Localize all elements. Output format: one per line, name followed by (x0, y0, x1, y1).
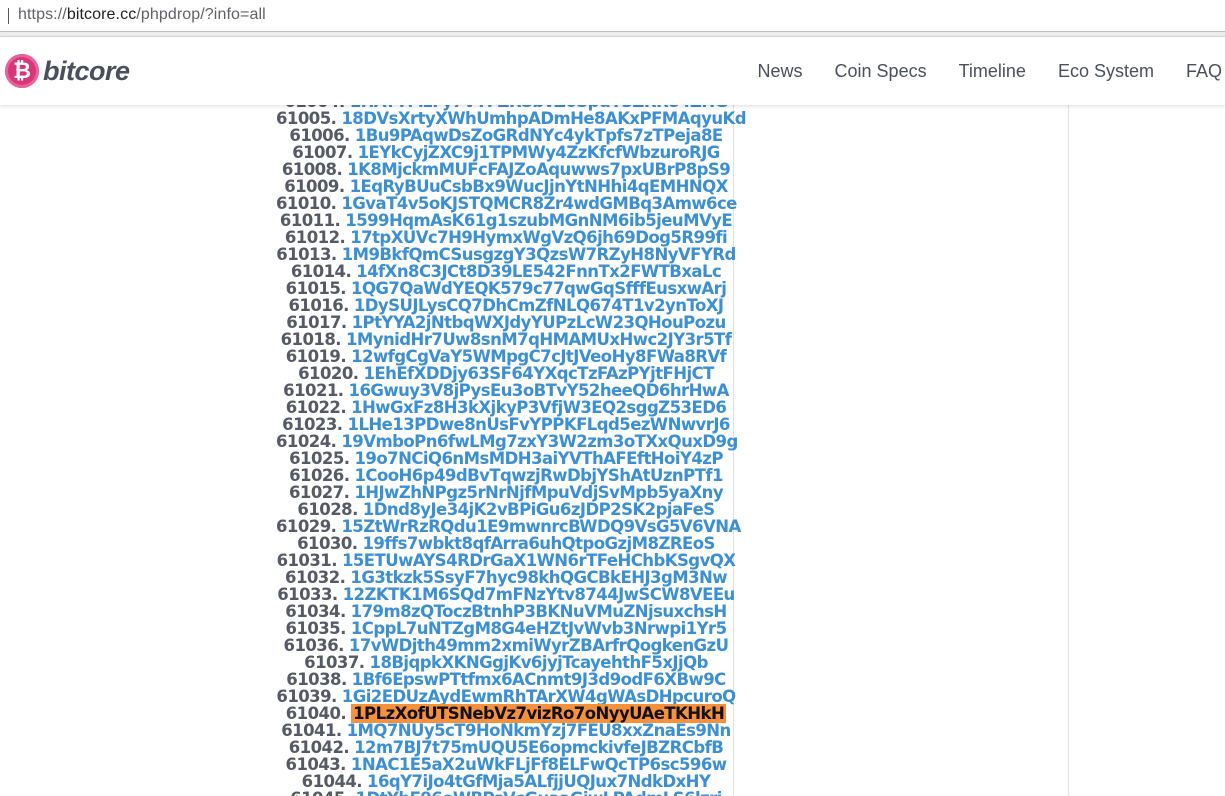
address-link[interactable]: 1DtYbF96eWBPsVcGuaaGjwLPAdmLS6lzri (356, 789, 723, 796)
nav-timeline[interactable]: Timeline (959, 61, 1026, 82)
list-item: 61045. 1DtYbF96eWBPsVcGuaaGjwLPAdmLS6lzri (276, 790, 736, 796)
url-path: /phpdrop/?info=all (136, 6, 266, 23)
list-item: 61039. 1Gi2EDUzAydEwmRhTArXW4gWAsDHpcuroQ (276, 688, 736, 705)
bitcoin-logo-icon: ₿ (5, 54, 39, 88)
list-item: 61022. 1HwGxFz8H3kXjkyP3VfjW3EQ2sggZ53ED6 (276, 399, 736, 416)
list-item: 61029. 15ZtWrRzRQdu1E9mwnrcBWDQ9VsG5V6VNA (276, 518, 741, 535)
nav-faq[interactable]: FAQ (1186, 61, 1222, 82)
site-header: ₿ bitcore News Coin Specs Timeline Eco S… (0, 37, 1225, 105)
list-item: 61009. 1EqRyBUuCsbBx9WucJjnYtNHhi4qEMHNQX (276, 178, 736, 195)
list-item: 61031. 15ETUwAYS4RDrGaX1WN6rTFeHChbKSgvQX (276, 552, 736, 569)
address-list: 61004.1HAYYMzFy7VYFZRSbvZ6SpdY3ZRR84ZHG6… (276, 105, 747, 796)
list-item: 61017. 1PtYYA2jNtbqWXJdyYUPzLcW23QHouPozu (276, 314, 736, 331)
main-nav: News Coin Specs Timeline Eco System FAQ (726, 61, 1222, 82)
list-item: 61007. 1EYkCyjZXC9j1TPMWy4ZzKfcfWbzuroRJG (276, 144, 736, 161)
list-item: 61030. 19ffs7wbkt8qfArra6uhQtpoGzjM8ZREoS (276, 535, 736, 552)
list-item: 61023. 1LHe13PDwe8nUsFvYPPKFLqd5ezWNwvrJ6 (276, 416, 736, 433)
logo-text: bitcore (43, 55, 130, 86)
list-item: 61006. 1Bu9PAqwDsZoGRdNYc4ykTpfs7zTPeja8E (276, 127, 736, 144)
main-content: 61004.1HAYYMzFy7VYFZRSbvZ6SpdY3ZRR84ZHG6… (0, 105, 1225, 796)
nav-coin-specs[interactable]: Coin Specs (835, 61, 927, 82)
list-item: 61042. 12m7BJ7t75mUQU5E6opmckivfeJBZRCbfB (276, 739, 736, 756)
list-item: 61020. 1EhEfXDDjy63SF64YXqcTzFAzPYjtFHjCT (276, 365, 736, 382)
nav-news[interactable]: News (758, 61, 803, 82)
list-item: 61028. 1Dnd8yJe34jK2vBPiGu6zJDP2SK2pjaFeS (276, 501, 736, 518)
list-item: 61025. 19o7NCiQ6nMsMDH3aiYVThAFEftHoiY4zP (276, 450, 736, 467)
url-host: bitcore.cc (66, 6, 137, 23)
list-item: 61014. 14fXn8C3JCt8D39LE542FnnTx2FWTBxaLc (276, 263, 736, 280)
nav-eco-system[interactable]: Eco System (1058, 61, 1154, 82)
list-item: 61036. 17vWDjth49mm2xmiWyrZBArfrQogkenGzU (276, 637, 736, 654)
list-item: 61013. 1M9BkfQmCSusgzgY3QzsW7RZyH8NyVFYRd (276, 246, 736, 263)
list-item: 61010. 1GvaT4v5oKJSTQMCR8Zr4wdGMBq3Amw6ce (276, 195, 737, 212)
list-item: 61043. 1NAC1E5aX2uWkFLjFf8ELFwQcTP6sc596w (276, 756, 736, 773)
list-item: 61011. 1599HqmAsK61g1szubMGnNM6ib5jeuMVyE (276, 212, 736, 229)
list-item: 61041. 1MQ7NUy5cT9HoNkmYzj7FEU8xxZnaEs9Nn (276, 722, 736, 739)
text-caret (8, 8, 9, 24)
row-number: 61045. (290, 789, 351, 796)
list-item: 61008. 1K8MjckmMUFcFAJZoAquwws7pxUBrP8pS9 (276, 161, 736, 178)
list-item: 61015. 1QG7QaWdYEQK579c77qwGqSfffEusxwArj (276, 280, 736, 297)
list-item: 61026. 1CooH6p49dBvTqwzjRwDbjYShAtUznPTf1 (276, 467, 736, 484)
list-item: 61016. 1DySUJLysCQ7DhCmZfNLQ674T1v2ynToXJ (276, 297, 736, 314)
list-item: 61035. 1CppL7uNTZgM8G4eHZtJvWvb3Nrwpi1Yr5 (276, 620, 736, 637)
list-item: 61033. 12ZKTK1M6SQd7mFNzYtv8744JwSCW8VEEu (276, 586, 736, 603)
list-item: 61012. 17tpXUVc7H9HymxWgVzQ6jh69Dog5R99fi (276, 229, 736, 246)
list-item: 61019. 12wfgCgVaY5WMpgC7cJtJVeoHy8FWa8RVf (276, 348, 736, 365)
sidebar-divider (1068, 105, 1069, 796)
list-item: 61018. 1MynidHr7Uw8snM7qHMAMUxHwc2JY3r5Tf (276, 331, 736, 348)
address-bar[interactable]: https://bitcore.cc/phpdrop/?info=all (0, 0, 1225, 32)
list-item: 61044. 16qY7iJo4tGfMja5ALfjjUQJux7NdkDxHY (276, 773, 736, 790)
list-item: 61038. 1Bf6EpswPTtfmx6ACnmt9J3d9odF6XBw9C (276, 671, 736, 688)
address-url[interactable]: https://bitcore.cc/phpdrop/?info=all (18, 6, 266, 24)
list-item: 61032. 1G3tkzk5SsyF7hyc98khQGCBkEHJ3gM3Nw (276, 569, 736, 586)
site-logo[interactable]: ₿ bitcore (5, 53, 130, 89)
list-item: 61027. 1HJwZhNPgz5rNrNjfMpuVdjSvMpb5yaXny (276, 484, 736, 501)
list-item: 61021. 16Gwuy3V8jPysEu3oBTvY52heeQD6hrHwA (276, 382, 736, 399)
url-scheme: https:// (18, 6, 67, 23)
list-item: 61005. 18DVsXrtyXWhUmhpADmHe8AKxPFMAqyuKd (276, 110, 747, 127)
list-item: 61024. 19VmboPn6fwLMg7zxY3W2zm3oTXxQuxD9g (276, 433, 738, 450)
list-item: 61040. 1PLzXofUTSNebVz7vizRo7oNyyUAeTKHkH (276, 704, 736, 723)
list-item: 61037. 18BjqpkXKNGgjKv6jyjTcayehthF5xJjQb (276, 654, 736, 671)
list-item: 61034. 179m8zQToczBtnhP3BKNuVMuZNjsuxchsH (276, 603, 736, 620)
